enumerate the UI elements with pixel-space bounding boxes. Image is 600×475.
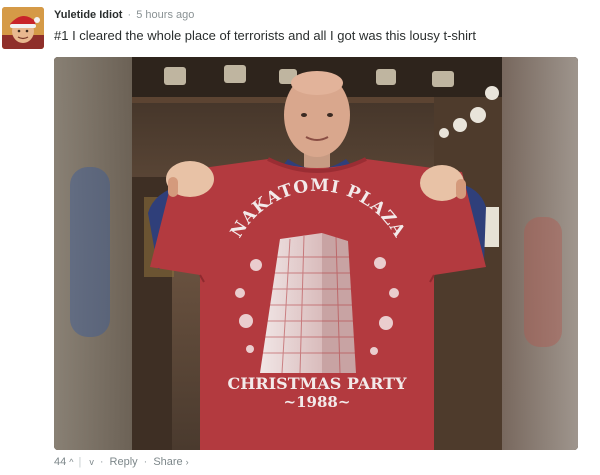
vote-divider: | [78,456,82,468]
author-name[interactable]: Yuletide Idiot [54,9,122,21]
footer-dot-2: · [143,456,148,468]
share-button[interactable]: Share [153,455,182,469]
comment-text: #1 I cleared the whole place of terroris… [54,28,476,43]
comment-footer: 44 ^ | v · Reply · Share › [54,455,189,469]
reply-button[interactable]: Reply [110,455,138,469]
upvote-icon[interactable]: ^ [69,455,73,469]
vote-count: 44 [54,456,67,468]
shirt-line-1: CHRISTMAS PARTY [228,374,408,393]
footer-dot-1: · [99,456,104,468]
timestamp[interactable]: 5 hours ago [136,9,194,21]
downvote-icon[interactable]: v [89,455,94,469]
photo-illustration: NAKATOMI PLAZA CHRISTMAS PARTY ~1988~ [54,57,578,450]
header-separator: · [127,9,132,21]
avatar[interactable] [2,7,44,49]
comment-image[interactable]: NAKATOMI PLAZA CHRISTMAS PARTY ~1988~ [54,57,578,450]
chevron-right-icon[interactable]: › [186,455,189,469]
comment-header: Yuletide Idiot · 5 hours ago [54,8,194,22]
shirt-line-2: ~1988~ [284,393,351,411]
avatar-image [2,7,44,49]
